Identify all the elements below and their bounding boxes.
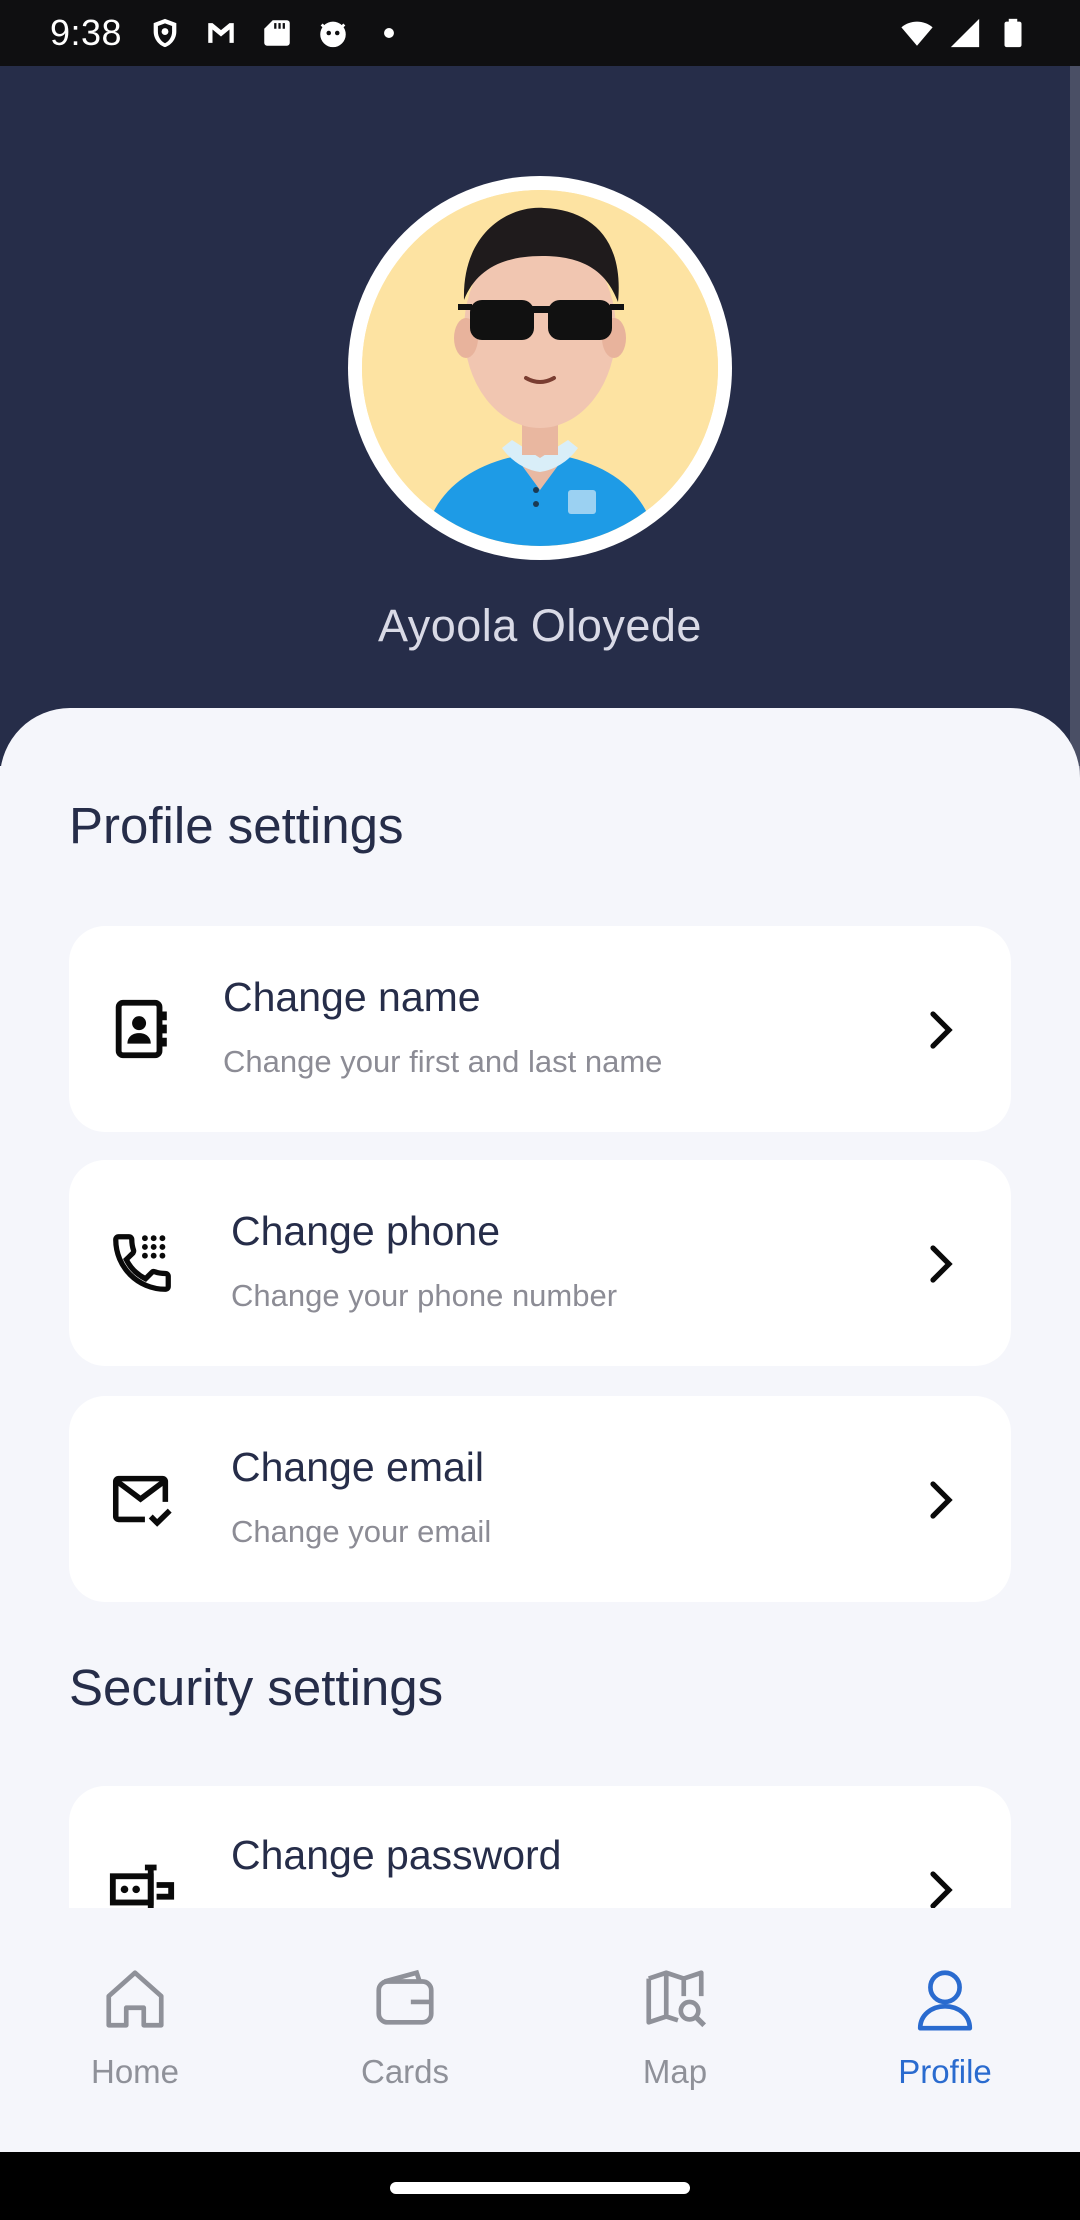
nav-home[interactable]: Home <box>35 1908 235 2152</box>
map-search-icon <box>640 1964 710 2039</box>
user-icon <box>910 1964 980 2039</box>
change-password-item[interactable]: Change password <box>69 1786 1011 1908</box>
change-name-title: Change name <box>223 974 481 1020</box>
change-password-title: Change password <box>231 1832 562 1878</box>
cat-icon <box>316 16 350 50</box>
chevron-right-icon <box>921 1478 961 1522</box>
nav-home-label: Home <box>90 2053 180 2090</box>
profile-header: Ayoola Oloyede <box>0 66 1080 766</box>
battery-icon <box>996 16 1030 50</box>
password-key-icon <box>107 1850 177 1908</box>
status-bar: 9:38 <box>0 0 1080 66</box>
chevron-right-icon <box>921 1868 961 1908</box>
nav-cards-label: Cards <box>360 2053 450 2090</box>
change-email-item[interactable]: Change email Change your email <box>69 1396 1011 1602</box>
gesture-bar <box>0 2152 1080 2220</box>
dot-icon <box>372 16 406 50</box>
change-phone-subtitle: Change your phone number <box>231 1278 618 1313</box>
change-phone-item[interactable]: Change phone Change your phone number <box>69 1160 1011 1366</box>
settings-sheet: Profile settings Change name Change your… <box>0 708 1080 1908</box>
nav-cards[interactable]: Cards <box>305 1908 505 2152</box>
home-gesture-pill[interactable] <box>390 2182 690 2194</box>
signal-icon <box>948 16 982 50</box>
home-icon <box>100 1964 170 2039</box>
contact-book-icon <box>107 994 177 1064</box>
status-icons-left <box>148 16 406 50</box>
profile-name: Ayoola Oloyede <box>378 600 702 651</box>
bottom-nav: Home Cards Map Profile <box>0 1908 1080 2152</box>
status-icons-right <box>900 16 1030 50</box>
change-email-title: Change email <box>231 1444 484 1490</box>
wallet-icon <box>370 1964 440 2039</box>
chevron-right-icon <box>921 1008 961 1052</box>
nav-map[interactable]: Map <box>575 1908 775 2152</box>
change-phone-title: Change phone <box>231 1208 501 1254</box>
avatar-icon <box>362 190 718 546</box>
chevron-right-icon <box>921 1242 961 1286</box>
change-email-subtitle: Change your email <box>231 1514 492 1549</box>
avatar[interactable] <box>348 176 732 560</box>
nav-profile-label: Profile <box>898 2053 992 2090</box>
phone-dialpad-icon <box>107 1228 177 1298</box>
shield-icon <box>148 16 182 50</box>
wifi-icon <box>900 16 934 50</box>
mail-check-icon <box>107 1464 177 1534</box>
security-settings-title: Security settings <box>69 1659 444 1716</box>
status-time: 9:38 <box>50 12 123 53</box>
change-name-subtitle: Change your first and last name <box>223 1044 663 1079</box>
nav-map-label: Map <box>642 2053 708 2090</box>
profile-settings-title: Profile settings <box>69 797 404 854</box>
sd-card-icon <box>260 16 294 50</box>
change-name-item[interactable]: Change name Change your first and last n… <box>69 926 1011 1132</box>
gmail-icon <box>204 16 238 50</box>
nav-profile[interactable]: Profile <box>845 1908 1045 2152</box>
